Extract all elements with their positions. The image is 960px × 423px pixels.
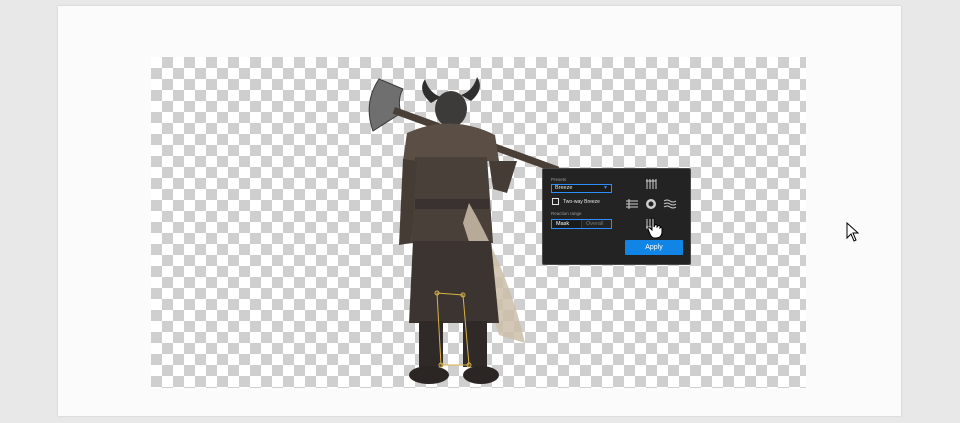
presets-label: Presets (551, 177, 567, 182)
chevron-down-icon: ▼ (603, 185, 608, 191)
warrior-figure[interactable] (359, 73, 559, 388)
reaction-range-toggle[interactable]: Mask Overall (551, 219, 612, 229)
breeze-panel: Presets Breeze ▼ Two-way Breeze Reaction… (542, 168, 691, 265)
transparent-canvas[interactable] (151, 57, 806, 388)
two-way-breeze-label: Two-way Breeze (563, 199, 600, 205)
center-ring-icon[interactable] (644, 197, 658, 211)
hand-pointer-icon (647, 217, 663, 239)
wind-up-icon[interactable] (644, 177, 658, 191)
range-option-overall[interactable]: Overall (581, 220, 611, 228)
wind-left-icon[interactable] (625, 197, 639, 211)
range-option-mask[interactable]: Mask (552, 220, 581, 228)
two-way-breeze-checkbox[interactable] (552, 198, 559, 205)
preset-dropdown[interactable]: Breeze ▼ (551, 184, 612, 193)
reaction-range-label: Reaction range (551, 211, 582, 216)
document-page (58, 6, 901, 416)
arrow-cursor-icon (846, 222, 860, 242)
wind-right-icon[interactable] (663, 197, 677, 211)
apply-button[interactable]: Apply (625, 240, 683, 255)
preset-value: Breeze (555, 185, 573, 191)
